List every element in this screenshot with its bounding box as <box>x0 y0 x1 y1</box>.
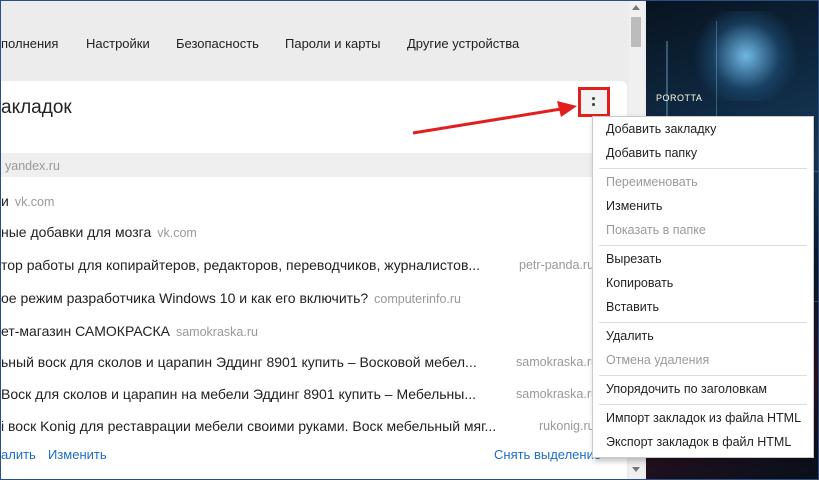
settings-nav: полнения Настройки Безопасность Пароли и… <box>1 19 626 69</box>
bookmark-title: тор работы для копирайтеров, редакторов,… <box>1 257 481 273</box>
menu-item-undo-delete[interactable]: Отмена удаления <box>606 353 709 367</box>
bookmark-title: і воск Konig для реставрации мебели свои… <box>1 418 497 434</box>
bookmark-domain: vk.com <box>157 226 197 240</box>
menu-item-show-in-folder[interactable]: Показать в папке <box>606 223 706 237</box>
menu-divider <box>599 375 807 376</box>
scrollbar-thumb[interactable] <box>631 17 641 47</box>
bookmark-title: ет-магазин САМОКРАСКА <box>1 323 170 339</box>
bookmark-domain: samokraska.ru <box>175 325 258 339</box>
menu-divider <box>599 404 807 405</box>
bookmark-row[interactable]: тор работы для копирайтеров, редакторов,… <box>1 253 627 277</box>
bookmark-domain: computerinfo.ru <box>374 292 462 306</box>
nav-tab-additions[interactable]: полнения <box>1 36 58 51</box>
nav-tab-other-devices[interactable]: Другие устройства <box>407 36 519 51</box>
bookmark-row[interactable]: ьный воск для сколов и царапин Эддинг 89… <box>1 350 627 374</box>
bookmark-domain: rukonig.ru <box>539 419 595 433</box>
menu-item-rename[interactable]: Переименовать <box>606 175 698 189</box>
menu-item-add-bookmark[interactable]: Добавить закладку <box>606 122 716 136</box>
bookmark-domain: samokraska.ru <box>516 355 598 369</box>
bookmark-row[interactable]: ные добавки для мозга vk.com <box>1 220 627 244</box>
delete-link[interactable]: алить <box>1 447 36 462</box>
edit-link[interactable]: Изменить <box>48 447 107 462</box>
bookmark-row[interactable]: yandex.ru <box>1 153 627 177</box>
menu-divider <box>599 322 807 323</box>
context-menu: Добавить закладку Добавить папку Переиме… <box>592 116 814 458</box>
menu-item-export-html[interactable]: Экспорт закладок в файл HTML <box>606 435 791 449</box>
bookmark-row[interactable]: і воск Konig для реставрации мебели свои… <box>1 414 627 438</box>
menu-item-import-html[interactable]: Импорт закладок из файла HTML <box>606 411 801 425</box>
nav-tab-passwords[interactable]: Пароли и карты <box>285 36 381 51</box>
scroll-down-icon[interactable] <box>632 467 640 472</box>
bookmark-title: и <box>1 193 9 209</box>
bookmark-title: ьный воск для сколов и царапин Эддинг 89… <box>1 354 477 370</box>
bookmark-row[interactable]: ое режим разработчика Windows 10 и как е… <box>1 286 627 310</box>
browser-window: полнения Настройки Безопасность Пароли и… <box>0 0 819 480</box>
menu-item-sort-by-title[interactable]: Упорядочить по заголовкам <box>606 382 767 396</box>
bookmark-domain: petr-panda.ru <box>519 258 595 272</box>
menu-item-copy[interactable]: Копировать <box>606 276 673 290</box>
menu-divider <box>599 168 807 169</box>
bookmark-domain: samokraska.ru <box>516 387 598 401</box>
scroll-up-icon[interactable] <box>632 5 640 10</box>
menu-item-cut[interactable]: Вырезать <box>606 252 662 266</box>
page-title: акладок <box>1 97 72 118</box>
bookmark-title: ое режим разработчика Windows 10 и как е… <box>1 290 369 306</box>
menu-item-paste[interactable]: Вставить <box>606 300 659 314</box>
bookmark-row[interactable]: и vk.com <box>1 189 627 213</box>
nav-tab-settings[interactable]: Настройки <box>86 36 150 51</box>
annotation-arrow-icon <box>412 101 577 135</box>
bookmark-row[interactable]: ет-магазин САМОКРАСКА samokraska.ru <box>1 319 627 343</box>
bookmark-row[interactable]: Воск для сколов и царапин на мебели Эдди… <box>1 382 627 406</box>
menu-item-delete[interactable]: Удалить <box>606 329 654 343</box>
menu-item-add-folder[interactable]: Добавить папку <box>606 146 697 160</box>
menu-item-edit[interactable]: Изменить <box>606 199 662 213</box>
deselect-link[interactable]: Снять выделение <box>494 447 601 462</box>
bookmark-title: Воск для сколов и царапин на мебели Эдди… <box>1 386 477 402</box>
bookmark-domain: vk.com <box>14 195 55 209</box>
menu-divider <box>599 245 807 246</box>
background-sign: POROTTA <box>656 93 703 103</box>
nav-tab-security[interactable]: Безопасность <box>176 36 259 51</box>
bookmark-title: ные добавки для мозга <box>1 224 152 240</box>
bookmark-domain: yandex.ru <box>5 159 60 173</box>
